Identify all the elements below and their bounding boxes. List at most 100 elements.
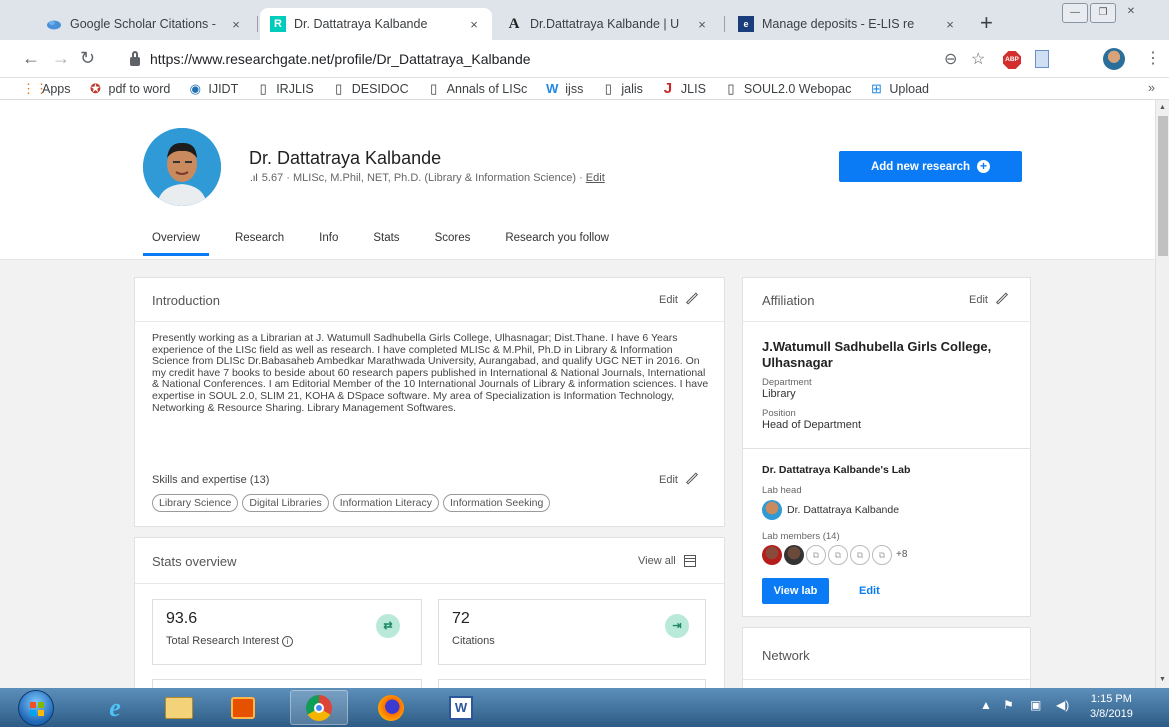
- stat-research-interest[interactable]: 93.6 Total Research Interest i ⇄: [152, 599, 422, 665]
- network-icon[interactable]: ▣: [1030, 698, 1041, 712]
- bookmark-irjlis[interactable]: ▯ IRJLIS: [256, 81, 314, 97]
- firefox-icon[interactable]: [362, 690, 420, 725]
- skill-chip[interactable]: Information Literacy: [332, 494, 439, 512]
- tab-scores[interactable]: Scores: [426, 226, 480, 256]
- stats-title: Stats overview: [152, 554, 237, 569]
- stat-box[interactable]: [152, 679, 422, 688]
- action-center-icon[interactable]: ⚑: [1003, 698, 1014, 712]
- page-scrollbar[interactable]: ▲ ▼: [1155, 100, 1169, 688]
- tab-google-scholar[interactable]: Google Scholar Citations - ×: [36, 8, 254, 40]
- profile-avatar[interactable]: [143, 128, 221, 206]
- browser-tab-strip: Google Scholar Citations - × R Dr. Datta…: [0, 0, 1169, 40]
- bookmark-ijidt[interactable]: ◉ IJIDT: [188, 81, 239, 97]
- adblock-icon[interactable]: ABP: [1003, 51, 1021, 69]
- bookmark-annals[interactable]: ▯ Annals of LISc: [427, 81, 527, 97]
- tab-research-you-follow[interactable]: Research you follow: [496, 226, 618, 256]
- lab-member-placeholder-icon[interactable]: ⧉: [806, 545, 826, 565]
- lab-member-avatar[interactable]: [762, 545, 782, 565]
- forward-arrow-icon[interactable]: →: [52, 49, 70, 67]
- bookmark-soul[interactable]: ▯ SOUL2.0 Webopac: [724, 81, 851, 97]
- tab-research[interactable]: Research: [226, 226, 293, 256]
- skills-edit-button[interactable]: Edit: [659, 472, 699, 486]
- stat-citations[interactable]: 72 Citations ⇥: [438, 599, 706, 665]
- media-player-icon[interactable]: [214, 690, 272, 725]
- info-icon[interactable]: i: [282, 636, 294, 647]
- profile-avatar-icon[interactable]: [1103, 48, 1125, 70]
- start-button[interactable]: [18, 690, 54, 726]
- bookmark-apps[interactable]: ⋮⋮ Apps: [22, 81, 71, 97]
- lab-member-avatar[interactable]: [784, 545, 804, 565]
- lab-member-placeholder-icon[interactable]: ⧉: [828, 545, 848, 565]
- zoom-icon[interactable]: ⊖: [944, 49, 957, 69]
- address-bar-row: ← → ↻ https://www.researchgate.net/profi…: [0, 40, 1169, 78]
- tab-stats[interactable]: Stats: [364, 226, 408, 256]
- scroll-down-icon[interactable]: ▼: [1159, 676, 1166, 683]
- skill-chip[interactable]: Digital Libraries: [242, 494, 329, 512]
- back-arrow-icon[interactable]: ←: [22, 49, 40, 67]
- lab-title[interactable]: Dr. Dattatraya Kalbande's Lab: [762, 464, 910, 476]
- department-label: Department: [762, 377, 812, 388]
- taskbar-clock[interactable]: 1:15 PM 3/8/2019: [1090, 692, 1133, 722]
- position-value: Head of Department: [762, 419, 862, 431]
- more-members-count[interactable]: +8: [896, 549, 907, 560]
- stat-box[interactable]: [438, 679, 706, 688]
- close-window-icon[interactable]: ✕: [1118, 3, 1144, 23]
- bookmark-star-icon[interactable]: ☆: [971, 49, 985, 69]
- close-icon[interactable]: ×: [228, 17, 244, 32]
- windows-taskbar: e W ▲ ⚑ ▣ ◀) 1:15 PM 3/8/2019: [0, 688, 1169, 727]
- stats-view-all-button[interactable]: View all: [638, 555, 696, 568]
- internet-explorer-icon[interactable]: e: [86, 690, 144, 725]
- word-icon[interactable]: W: [432, 690, 490, 725]
- lab-edit-link[interactable]: Edit: [859, 585, 880, 597]
- reload-icon[interactable]: ↻: [80, 49, 95, 67]
- tab-researchgate[interactable]: R Dr. Dattatraya Kalbande ×: [260, 8, 492, 40]
- close-icon[interactable]: ×: [466, 17, 482, 32]
- profile-degrees: · MLISc, M.Phil, NET, Ph.D. (Library & I…: [283, 172, 586, 184]
- lab-member-placeholder-icon[interactable]: ⧉: [872, 545, 892, 565]
- bookmark-ijss[interactable]: Wijss: [545, 81, 583, 96]
- close-icon[interactable]: ×: [942, 17, 958, 32]
- bookmarks-overflow-icon[interactable]: »: [1148, 81, 1155, 95]
- skills-list: Library Science Digital Libraries Inform…: [152, 494, 554, 512]
- page-icon: ▯: [604, 80, 612, 96]
- bookmark-jalis[interactable]: ▯ jalis: [601, 81, 643, 97]
- google-scholar-icon: [46, 16, 62, 32]
- scroll-thumb[interactable]: [1158, 116, 1168, 256]
- new-tab-button[interactable]: +: [980, 12, 993, 34]
- tray-overflow-icon[interactable]: ▲: [980, 698, 992, 712]
- url-field[interactable]: https://www.researchgate.net/profile/Dr_…: [130, 46, 990, 72]
- menu-kebab-icon[interactable]: ⋮: [1145, 48, 1161, 68]
- bookmark-upload[interactable]: ⊞ Upload: [869, 81, 929, 97]
- file-explorer-icon[interactable]: [150, 690, 208, 725]
- bookmark-jlis[interactable]: J JLIS: [661, 80, 706, 97]
- chrome-icon[interactable]: [290, 690, 348, 725]
- lab-head-avatar[interactable]: [762, 500, 782, 520]
- lab-head-name[interactable]: Dr. Dattatraya Kalbande: [787, 504, 899, 516]
- bookmark-desidoc[interactable]: ▯ DESIDOC: [332, 81, 409, 97]
- tab-info[interactable]: Info: [310, 226, 347, 256]
- volume-icon[interactable]: ◀): [1056, 698, 1069, 712]
- extension-doc-icon[interactable]: [1035, 50, 1049, 68]
- minimize-icon[interactable]: —: [1062, 3, 1088, 23]
- affiliation-institution[interactable]: J.Watumull Sadhubella Girls College, Ulh…: [762, 339, 1022, 371]
- skills-title: Skills and expertise (13): [152, 474, 270, 486]
- lab-member-placeholder-icon[interactable]: ⧉: [850, 545, 870, 565]
- bookmark-pdf-to-word[interactable]: ✪ pdf to word: [89, 81, 170, 97]
- edit-profile-link[interactable]: Edit: [586, 172, 605, 184]
- wix-icon: W: [546, 81, 559, 96]
- restore-icon[interactable]: ❐: [1090, 3, 1116, 23]
- add-new-research-button[interactable]: Add new research +: [839, 151, 1022, 182]
- close-icon[interactable]: ×: [694, 17, 710, 32]
- view-lab-button[interactable]: View lab: [762, 578, 829, 604]
- tab-overview[interactable]: Overview: [143, 226, 209, 256]
- tab-academia[interactable]: A Dr.Dattatraya Kalbande | U ×: [496, 8, 720, 40]
- pencil-icon: [685, 472, 698, 485]
- skill-chip[interactable]: Information Seeking: [442, 494, 551, 512]
- citations-icon: ⇥: [665, 614, 689, 638]
- introduction-edit-button[interactable]: Edit: [659, 292, 699, 306]
- skill-chip[interactable]: Library Science: [152, 494, 239, 512]
- tab-elis[interactable]: e Manage deposits - E-LIS re ×: [728, 8, 968, 40]
- tab-separator: [257, 16, 258, 32]
- affiliation-edit-button[interactable]: Edit: [969, 292, 1009, 306]
- scroll-up-icon[interactable]: ▲: [1159, 104, 1166, 111]
